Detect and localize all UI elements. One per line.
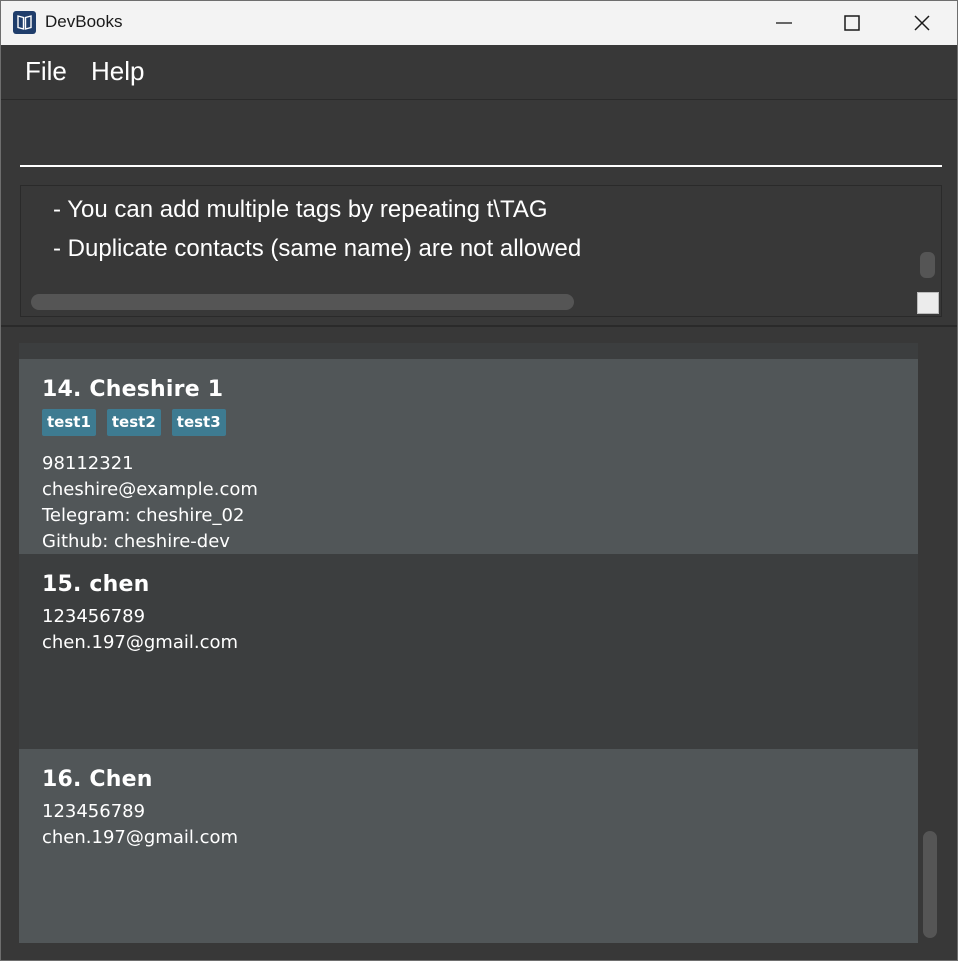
person-email: chen.197@gmail.com [42, 827, 239, 848]
person-name: 16. Chen [42, 767, 153, 792]
list-top-strip [19, 343, 918, 359]
divider [1, 325, 957, 327]
person-github: Github: cheshire-dev [42, 531, 230, 552]
person-name: 14. Cheshire 1 [42, 377, 224, 402]
result-display[interactable]: - You can add multiple tags by repeating… [20, 185, 942, 317]
book-icon [13, 11, 36, 34]
person-card[interactable]: 16. Chen 123456789 chen.197@gmail.com [19, 749, 918, 943]
app-window: DevBooks File Help - You can add multipl… [0, 0, 958, 961]
result-line: - You can add multiple tags by repeating… [53, 196, 548, 223]
person-email: cheshire@example.com [42, 479, 258, 500]
person-name: 15. chen [42, 572, 150, 597]
person-phone: 98112321 [42, 453, 134, 474]
command-input[interactable] [20, 111, 942, 167]
close-icon [914, 15, 930, 31]
tag-list: test1 test2 test3 [42, 409, 226, 436]
list-vertical-scrollbar[interactable] [923, 831, 937, 938]
window-title: DevBooks [45, 12, 123, 31]
result-line: - Duplicate contacts (same name) are not… [53, 235, 582, 262]
maximize-button[interactable] [817, 1, 887, 45]
result-vertical-scrollbar[interactable] [920, 252, 935, 278]
command-box [1, 101, 957, 177]
minimize-icon [776, 22, 792, 24]
scroll-corner [917, 292, 939, 314]
result-horizontal-scrollbar[interactable] [31, 294, 574, 310]
tag: test1 [42, 409, 96, 436]
person-telegram: Telegram: cheshire_02 [42, 505, 245, 526]
person-list[interactable]: 14. Cheshire 1 test1 test2 test3 9811232… [19, 343, 918, 943]
person-card[interactable]: 14. Cheshire 1 test1 test2 test3 9811232… [19, 359, 918, 554]
menu-help[interactable]: Help [91, 56, 144, 87]
person-phone: 123456789 [42, 801, 146, 822]
menu-file[interactable]: File [25, 56, 67, 87]
minimize-button[interactable] [749, 1, 819, 45]
tag: test3 [171, 409, 226, 436]
person-phone: 123456789 [42, 606, 146, 627]
menu-bar: File Help [1, 45, 957, 100]
person-card[interactable]: 15. chen 123456789 chen.197@gmail.com [19, 554, 918, 749]
person-email: chen.197@gmail.com [42, 632, 239, 653]
close-button[interactable] [887, 1, 957, 45]
tag: test2 [106, 409, 161, 436]
title-bar[interactable]: DevBooks [1, 1, 957, 45]
maximize-icon [844, 15, 860, 31]
